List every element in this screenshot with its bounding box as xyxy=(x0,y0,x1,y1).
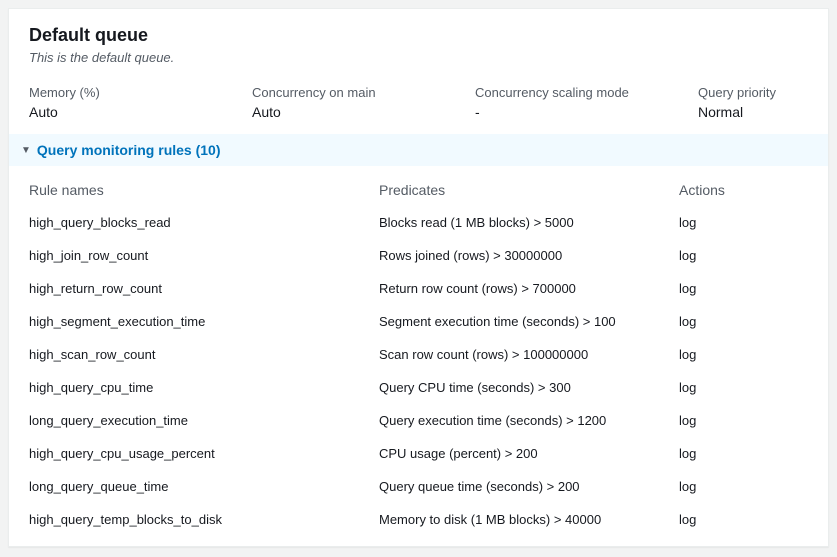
rule-name: high_query_cpu_time xyxy=(29,380,379,395)
rule-name: long_query_execution_time xyxy=(29,413,379,428)
rule-predicate: Return row count (rows) > 700000 xyxy=(379,281,679,296)
page-subtitle: This is the default queue. xyxy=(29,50,808,65)
rule-name: long_query_queue_time xyxy=(29,479,379,494)
prop-query-priority: Query priority Normal xyxy=(698,85,808,120)
rule-name: high_query_temp_blocks_to_disk xyxy=(29,512,379,527)
section-title: Query monitoring rules (10) xyxy=(37,142,221,158)
table-row: high_query_cpu_usage_percentCPU usage (p… xyxy=(9,437,828,470)
rule-predicate: Memory to disk (1 MB blocks) > 40000 xyxy=(379,512,679,527)
prop-memory: Memory (%) Auto xyxy=(29,85,232,120)
prop-concurrency-scaling-value: - xyxy=(475,104,678,120)
rule-action: log xyxy=(679,446,808,461)
rule-predicate: Query CPU time (seconds) > 300 xyxy=(379,380,679,395)
rule-predicate: Query execution time (seconds) > 1200 xyxy=(379,413,679,428)
rule-action: log xyxy=(679,215,808,230)
rule-action: log xyxy=(679,347,808,362)
table-row: high_query_blocks_readBlocks read (1 MB … xyxy=(9,206,828,239)
section-header-toggle[interactable]: ▼ Query monitoring rules (10) xyxy=(9,134,828,166)
prop-concurrency-scaling: Concurrency scaling mode - xyxy=(475,85,678,120)
rule-action: log xyxy=(679,380,808,395)
rule-name: high_query_blocks_read xyxy=(29,215,379,230)
rule-action: log xyxy=(679,512,808,527)
prop-memory-value: Auto xyxy=(29,104,232,120)
rule-name: high_join_row_count xyxy=(29,248,379,263)
table-row: high_join_row_countRows joined (rows) > … xyxy=(9,239,828,272)
rule-action: log xyxy=(679,479,808,494)
rule-predicate: Query queue time (seconds) > 200 xyxy=(379,479,679,494)
col-header-rule: Rule names xyxy=(29,182,379,198)
table-row: high_query_cpu_timeQuery CPU time (secon… xyxy=(9,371,828,404)
table-row: high_return_row_countReturn row count (r… xyxy=(9,272,828,305)
prop-concurrency-scaling-label: Concurrency scaling mode xyxy=(475,85,678,100)
rule-predicate: Blocks read (1 MB blocks) > 5000 xyxy=(379,215,679,230)
prop-query-priority-label: Query priority xyxy=(698,85,808,100)
rule-predicate: Segment execution time (seconds) > 100 xyxy=(379,314,679,329)
prop-concurrency-main-label: Concurrency on main xyxy=(252,85,455,100)
prop-query-priority-value: Normal xyxy=(698,104,808,120)
triangle-down-icon: ▼ xyxy=(21,145,31,156)
table-row: high_scan_row_countScan row count (rows)… xyxy=(9,338,828,371)
rule-action: log xyxy=(679,413,808,428)
col-header-predicate: Predicates xyxy=(379,182,679,198)
table-row: long_query_execution_timeQuery execution… xyxy=(9,404,828,437)
table-body: high_query_blocks_readBlocks read (1 MB … xyxy=(9,206,828,546)
rule-name: high_return_row_count xyxy=(29,281,379,296)
rule-predicate: CPU usage (percent) > 200 xyxy=(379,446,679,461)
col-header-action: Actions xyxy=(679,182,808,198)
rule-predicate: Scan row count (rows) > 100000000 xyxy=(379,347,679,362)
table-row: high_segment_execution_timeSegment execu… xyxy=(9,305,828,338)
queue-panel: Default queue This is the default queue.… xyxy=(8,8,829,547)
rule-name: high_segment_execution_time xyxy=(29,314,379,329)
rule-action: log xyxy=(679,248,808,263)
table-row: high_query_temp_blocks_to_diskMemory to … xyxy=(9,503,828,536)
table-header: Rule names Predicates Actions xyxy=(9,166,828,206)
prop-memory-label: Memory (%) xyxy=(29,85,232,100)
prop-concurrency-main: Concurrency on main Auto xyxy=(252,85,455,120)
panel-header: Default queue This is the default queue. xyxy=(9,9,828,79)
rule-predicate: Rows joined (rows) > 30000000 xyxy=(379,248,679,263)
rule-action: log xyxy=(679,314,808,329)
page-title: Default queue xyxy=(29,25,808,46)
rule-name: high_scan_row_count xyxy=(29,347,379,362)
table-row: long_query_queue_timeQuery queue time (s… xyxy=(9,470,828,503)
rule-name: high_query_cpu_usage_percent xyxy=(29,446,379,461)
rule-action: log xyxy=(679,281,808,296)
properties-row: Memory (%) Auto Concurrency on main Auto… xyxy=(9,79,828,134)
prop-concurrency-main-value: Auto xyxy=(252,104,455,120)
